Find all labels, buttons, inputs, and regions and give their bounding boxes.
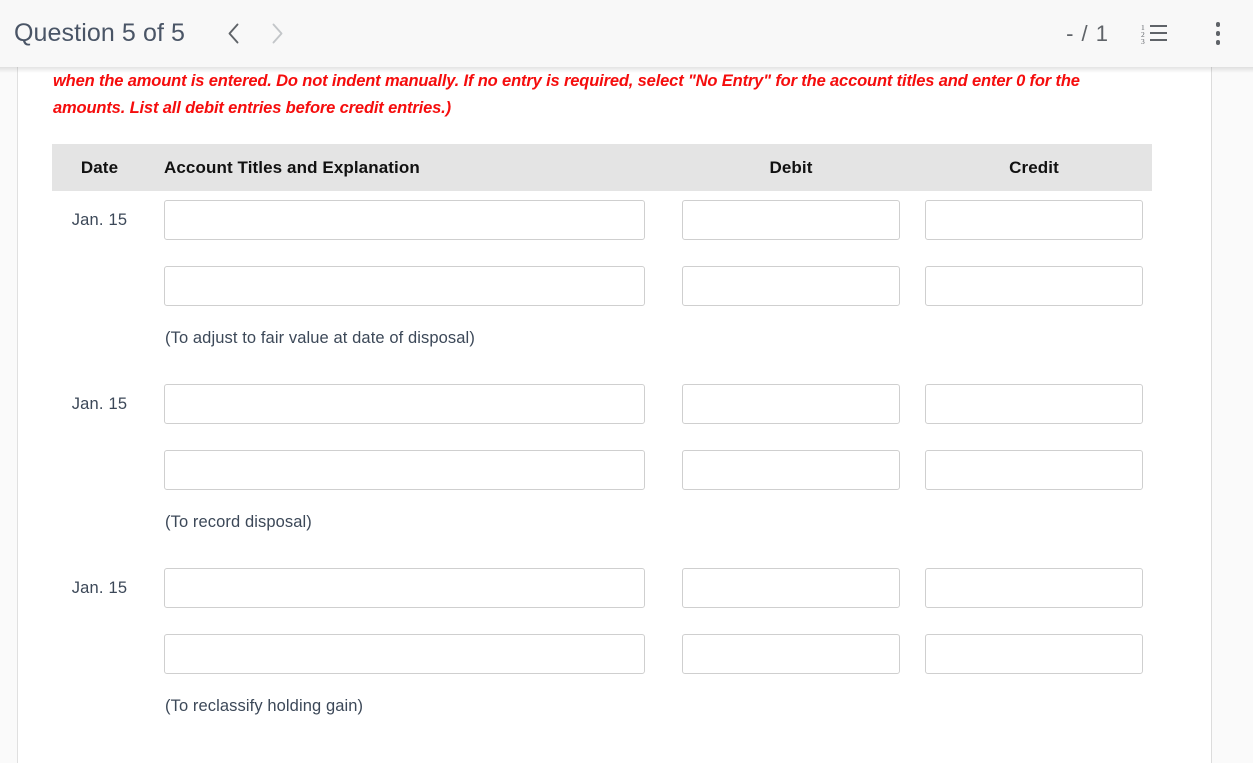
explanation-row: (To record disposal) [52,507,1152,559]
account-title-input[interactable] [164,266,645,306]
question-list-button[interactable]: 1 2 3 [1135,15,1173,53]
table-row: Jan. 15 [52,375,1152,441]
account-title-input[interactable] [164,568,645,608]
list-number-3: 3 [1141,37,1145,47]
left-gutter [0,67,17,763]
credit-amount-input[interactable] [925,634,1143,674]
debit-amount-input[interactable] [682,266,900,306]
next-question-button[interactable] [255,12,299,56]
entry-date: Jan. 15 [71,211,128,229]
entry-date-blank [52,257,147,272]
page-title: Question 5 of 5 [14,19,186,47]
column-header-account: Account Titles and Explanation [164,157,420,177]
explanation-row: (To reclassify holding gain) [52,691,1152,743]
question-content: when the amount is entered. Do not inden… [17,67,1212,763]
chevron-left-icon [227,23,240,44]
table-row [52,625,1152,691]
column-header-debit: Debit [769,157,813,177]
credit-amount-input[interactable] [925,266,1143,306]
table-row: Jan. 15 [52,559,1152,625]
debit-amount-input[interactable] [682,568,900,608]
account-title-input[interactable] [164,634,645,674]
score-display: - / 1 [1066,20,1109,46]
column-header-date: Date [80,157,119,177]
table-row: Jan. 15 [52,191,1152,257]
credit-amount-input[interactable] [925,450,1143,490]
entry-date: Jan. 15 [71,579,128,597]
toolbar-right-group: - / 1 1 2 3 [1066,0,1237,67]
chevron-right-icon [271,23,284,44]
question-navigation [211,12,299,56]
debit-amount-input[interactable] [682,634,900,674]
journal-entry-table: Date Account Titles and Explanation Debi… [52,144,1152,743]
debit-amount-input[interactable] [682,200,900,240]
debit-amount-input[interactable] [682,384,900,424]
overflow-menu-button[interactable] [1199,15,1237,53]
right-gutter [1213,67,1253,763]
entry-date-blank [52,441,147,456]
account-title-input[interactable] [164,200,645,240]
account-title-input[interactable] [164,384,645,424]
credit-amount-input[interactable] [925,200,1143,240]
entry-explanation: (To adjust to fair value at date of disp… [165,329,475,347]
debit-amount-input[interactable] [682,450,900,490]
table-header-row: Date Account Titles and Explanation Debi… [52,144,1152,191]
explanation-row: (To adjust to fair value at date of disp… [52,323,1152,375]
question-toolbar: Question 5 of 5 - / 1 1 2 3 [0,0,1253,73]
previous-question-button[interactable] [211,12,255,56]
numbered-list-icon: 1 2 3 [1141,23,1167,47]
more-vertical-icon [1215,22,1221,45]
table-row [52,441,1152,507]
column-header-credit: Credit [1009,157,1059,177]
table-row [52,257,1152,323]
entry-date-blank [52,625,147,640]
credit-amount-input[interactable] [925,384,1143,424]
question-page: Question 5 of 5 - / 1 1 2 3 when the amo… [0,0,1253,763]
entry-explanation: (To reclassify holding gain) [165,697,364,715]
account-title-input[interactable] [164,450,645,490]
credit-amount-input[interactable] [925,568,1143,608]
entry-explanation: (To record disposal) [165,513,312,531]
entry-date: Jan. 15 [71,395,128,413]
instruction-text: when the amount is entered. Do not inden… [53,72,1080,117]
